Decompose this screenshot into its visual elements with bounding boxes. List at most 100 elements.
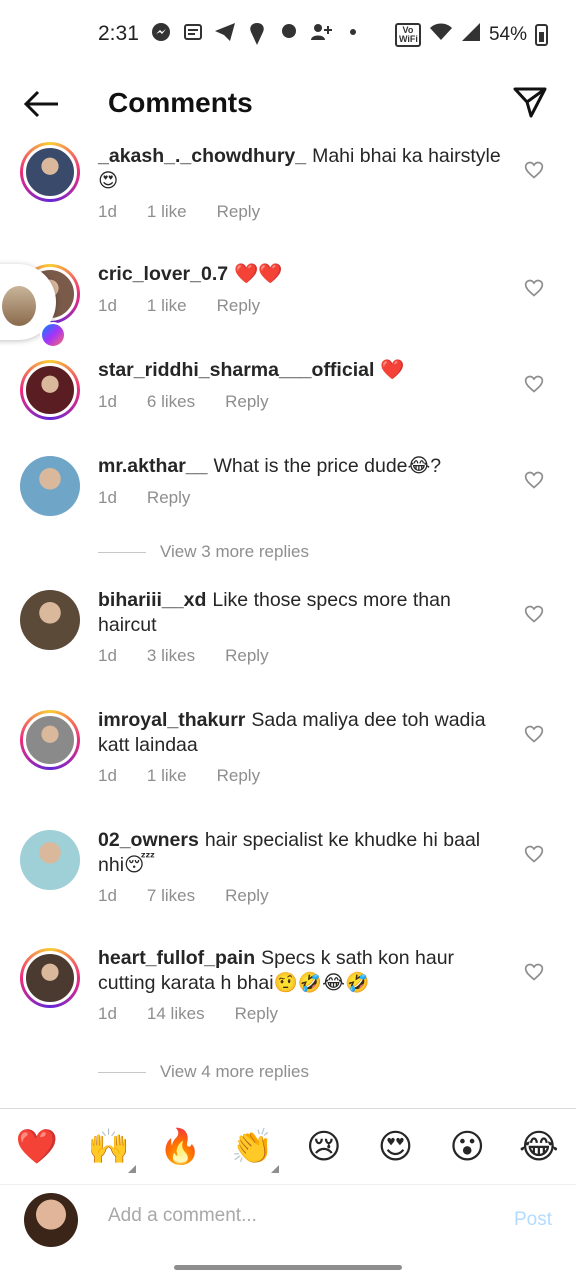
- add-user-icon: [310, 22, 332, 44]
- wifi-icon: [429, 22, 453, 47]
- comment-username[interactable]: heart_fullof_pain: [98, 947, 255, 969]
- view-more-replies[interactable]: View 4 more replies: [98, 1062, 309, 1082]
- comment-time: 1d: [98, 296, 117, 315]
- commenter-avatar[interactable]: [20, 142, 80, 202]
- battery-icon: [535, 23, 548, 46]
- comment-username[interactable]: imroyal_thakurr: [98, 709, 245, 731]
- battery-percent: 54%: [488, 23, 527, 45]
- comment-body: What is the price dude😂?: [213, 455, 442, 477]
- chat-head-avatar: [2, 286, 36, 326]
- like-heart-icon[interactable]: [524, 374, 544, 394]
- avatar-image: [23, 951, 77, 1005]
- reply-button[interactable]: Reply: [217, 202, 260, 222]
- reply-button[interactable]: Reply: [225, 392, 268, 412]
- comment-composer: Post: [0, 1184, 576, 1260]
- messenger-chat-head[interactable]: [0, 264, 68, 350]
- reply-button[interactable]: Reply: [217, 296, 260, 316]
- comment-input[interactable]: [108, 1205, 468, 1227]
- commenter-avatar[interactable]: [20, 590, 80, 650]
- reply-button[interactable]: Reply: [147, 488, 190, 508]
- status-time: 2:31: [98, 22, 139, 45]
- quick-emoji-button[interactable]: 👏: [229, 1127, 280, 1173]
- comment-username[interactable]: mr.akthar__: [98, 455, 208, 477]
- like-heart-icon[interactable]: [524, 962, 544, 982]
- avatar-frame: [20, 456, 80, 516]
- comment-time: 1d: [98, 392, 117, 411]
- commenter-avatar[interactable]: [20, 830, 80, 890]
- quick-emoji-button[interactable]: 😮: [444, 1127, 490, 1167]
- back-arrow-icon: [23, 90, 58, 118]
- comment-username[interactable]: _akash_._chowdhury_: [98, 145, 306, 167]
- direct-send-icon: [513, 87, 547, 118]
- comment-time: 1d: [98, 646, 117, 665]
- status-notification-icons: [150, 22, 364, 45]
- comment-text: imroyal_thakurr Sada maliya dee toh wadia…: [98, 708, 510, 758]
- comment-meta: 1d 7 likes Reply: [98, 886, 269, 906]
- avatar-image: [23, 713, 77, 767]
- dot-icon: [342, 22, 364, 44]
- comment-time: 1d: [98, 886, 117, 905]
- comment-likes[interactable]: 1 like: [147, 766, 187, 786]
- view-more-label: View 3 more replies: [160, 542, 309, 561]
- commenter-avatar[interactable]: [20, 710, 80, 770]
- comment-time: 1d: [98, 766, 117, 785]
- view-more-replies[interactable]: View 3 more replies: [98, 542, 309, 562]
- reply-button[interactable]: Reply: [225, 886, 268, 906]
- story-ring: [20, 710, 80, 770]
- page-title: Comments: [108, 87, 253, 118]
- quick-emoji-button[interactable]: 😍: [373, 1127, 419, 1167]
- comment-likes[interactable]: 14 likes: [147, 1004, 205, 1024]
- quick-emoji-button[interactable]: 🙌: [86, 1127, 136, 1173]
- vowifi-icon: Vo WiFi: [394, 22, 421, 47]
- comments-list[interactable]: _akash_._chowdhury_ Mahi bhai ka hairstyl…: [0, 136, 576, 1108]
- comment-body: ❤️❤️: [234, 263, 283, 285]
- quick-emoji-button[interactable]: 🔥: [157, 1127, 203, 1167]
- comment-meta: 1d Reply: [98, 488, 190, 508]
- comment-username[interactable]: bihariii__xd: [98, 589, 206, 611]
- comment-likes[interactable]: 1 like: [147, 296, 187, 316]
- reply-button[interactable]: Reply: [225, 646, 268, 666]
- like-heart-icon[interactable]: [524, 724, 544, 744]
- replies-divider-line: [98, 1071, 146, 1073]
- commenter-avatar[interactable]: [20, 948, 80, 1008]
- comment-text: 02_owners hair specialist ke khudke hi ba…: [98, 828, 510, 878]
- share-button[interactable]: [512, 84, 548, 120]
- like-heart-icon[interactable]: [524, 844, 544, 864]
- home-indicator[interactable]: [174, 1265, 402, 1270]
- comment-username[interactable]: star_riddhi_sharma___official: [98, 359, 374, 381]
- like-heart-icon[interactable]: [524, 160, 544, 180]
- reply-button[interactable]: Reply: [217, 766, 260, 786]
- messenger-icon: [40, 322, 66, 348]
- commenter-avatar[interactable]: [20, 456, 80, 516]
- like-heart-icon[interactable]: [524, 278, 544, 298]
- quick-emoji-button[interactable]: 😂: [516, 1127, 562, 1167]
- quick-emoji-button[interactable]: 😢: [301, 1127, 347, 1167]
- status-system-icons: Vo WiFi 54%: [394, 22, 548, 47]
- avatar-image: [23, 145, 77, 199]
- comment-text: heart_fullof_pain Specs k sath kon haur c…: [98, 946, 510, 996]
- reply-button[interactable]: Reply: [235, 1004, 278, 1024]
- comment-likes[interactable]: 6 likes: [147, 392, 195, 412]
- skin-tone-indicator: [271, 1164, 280, 1173]
- like-heart-icon[interactable]: [524, 604, 544, 624]
- comment-meta: 1d 14 likes Reply: [98, 1004, 278, 1024]
- replies-divider-line: [98, 551, 146, 553]
- like-heart-icon[interactable]: [524, 470, 544, 490]
- back-button[interactable]: [22, 84, 62, 124]
- comment-text: _akash_._chowdhury_ Mahi bhai ka hairstyl…: [98, 144, 510, 194]
- vowifi-label: Vo WiFi: [398, 24, 418, 44]
- avatar-image: [20, 830, 80, 890]
- comment-likes[interactable]: 1 like: [147, 202, 187, 222]
- commenter-avatar[interactable]: [20, 360, 80, 420]
- comment-username[interactable]: 02_owners: [98, 829, 199, 851]
- post-button[interactable]: Post: [514, 1209, 552, 1231]
- comment-likes[interactable]: 7 likes: [147, 886, 195, 906]
- comment-text: mr.akthar__ What is the price dude😂?: [98, 454, 510, 479]
- comment-meta: 1d 1 like Reply: [98, 296, 260, 316]
- comment-likes[interactable]: 3 likes: [147, 646, 195, 666]
- comment-meta: 1d 6 likes Reply: [98, 392, 269, 412]
- avatar-image: [20, 590, 80, 650]
- quick-emoji-button[interactable]: ❤️: [14, 1127, 60, 1167]
- my-avatar: [24, 1193, 78, 1247]
- comment-username[interactable]: cric_lover_0.7: [98, 263, 228, 285]
